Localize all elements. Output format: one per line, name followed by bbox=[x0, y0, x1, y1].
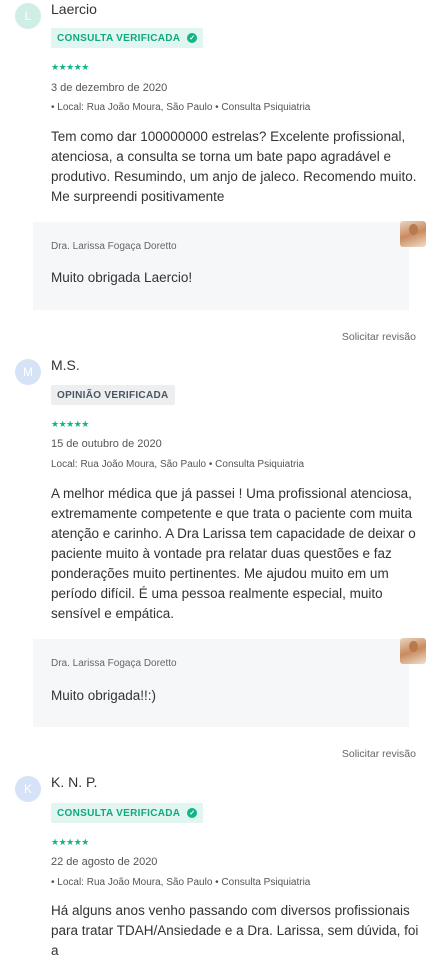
avatar: L bbox=[15, 3, 41, 29]
badge-label: OPINIÃO VERIFICADA bbox=[57, 389, 169, 401]
review-text: Há alguns anos venho passando com divers… bbox=[51, 903, 419, 958]
verified-badge: CONSULTA VERIFICADA ✓ bbox=[51, 803, 204, 823]
verified-badge: OPINIÃO VERIFICADA bbox=[51, 385, 175, 405]
doctor-photo-icon bbox=[400, 221, 426, 247]
doctor-reply bbox=[33, 639, 409, 727]
reply-author: Dra. Larissa Fogaça Doretto bbox=[51, 241, 177, 252]
verified-badge: CONSULTA VERIFICADA ✓ bbox=[51, 28, 204, 48]
request-revision-link[interactable]: Solicitar revisão bbox=[342, 331, 416, 343]
request-revision-link[interactable]: Solicitar revisão bbox=[342, 748, 416, 760]
review-location: Local: Rua João Moura, São Paulo • Consu… bbox=[51, 459, 305, 470]
reply-author: Dra. Larissa Fogaça Doretto bbox=[51, 658, 177, 669]
review-date: 3 de dezembro de 2020 bbox=[51, 82, 168, 94]
verified-check-icon: ✓ bbox=[187, 33, 198, 43]
star-rating: ★★★★★ bbox=[51, 62, 89, 72]
review-text: A melhor médica que já passei ! Uma prof… bbox=[51, 486, 416, 621]
reply-text: Muito obrigada!!:) bbox=[51, 688, 157, 703]
reviewer-name: Laercio bbox=[51, 1, 97, 17]
verified-check-icon: ✓ bbox=[187, 808, 198, 818]
avatar: K bbox=[15, 776, 41, 802]
badge-label: CONSULTA VERIFICADA bbox=[57, 32, 181, 44]
reviewer-name: K. N. P. bbox=[51, 774, 98, 790]
doctor-photo-icon bbox=[400, 638, 426, 664]
reply-text: Muito obrigada Laercio! bbox=[51, 270, 193, 285]
star-rating: ★★★★★ bbox=[51, 419, 89, 429]
review-location: • Local: Rua João Moura, São Paulo • Con… bbox=[51, 102, 311, 113]
doctor-reply bbox=[33, 222, 409, 310]
review-date: 15 de outubro de 2020 bbox=[51, 438, 162, 450]
review-location: • Local: Rua João Moura, São Paulo • Con… bbox=[51, 877, 311, 888]
review-text: Tem como dar 100000000 estrelas? Excelen… bbox=[51, 129, 417, 204]
star-rating: ★★★★★ bbox=[51, 837, 89, 847]
review-date: 22 de agosto de 2020 bbox=[51, 856, 158, 868]
reviewer-name: M.S. bbox=[51, 357, 80, 373]
badge-label: CONSULTA VERIFICADA bbox=[57, 807, 181, 819]
avatar: M bbox=[15, 359, 41, 385]
